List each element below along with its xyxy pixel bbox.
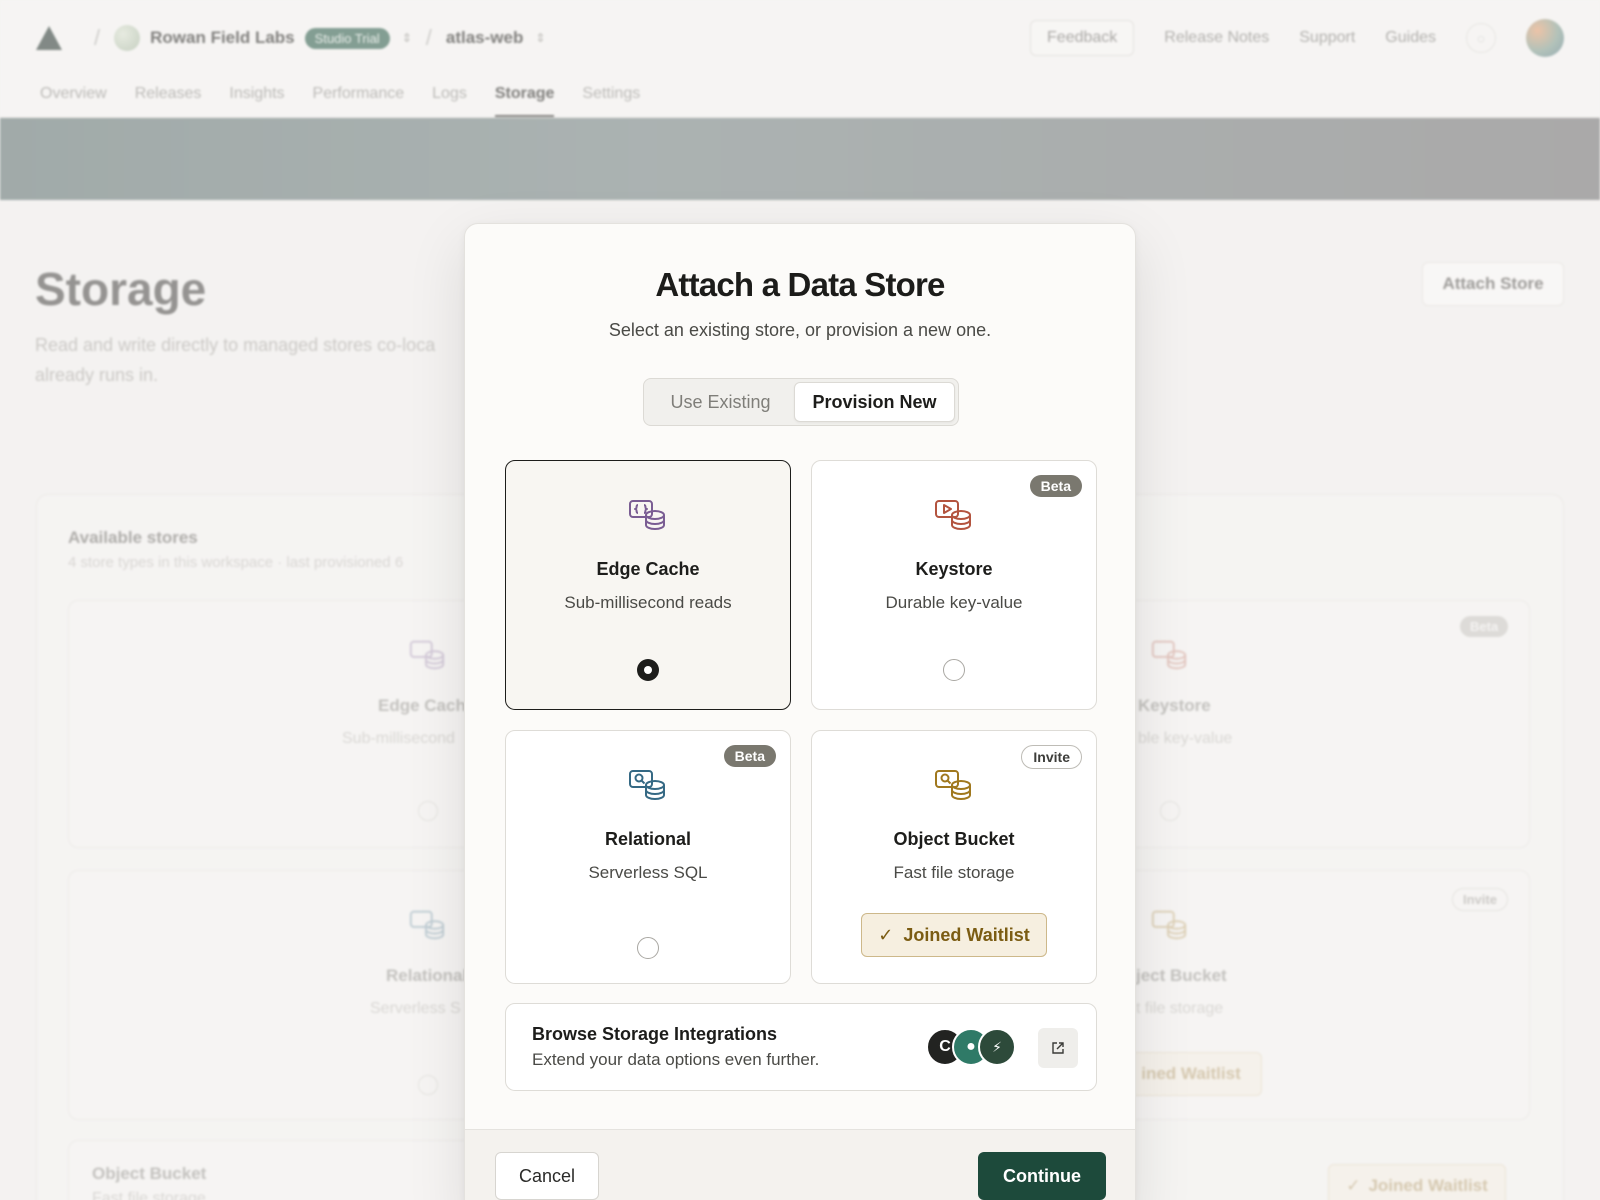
joined-waitlist-label: Joined Waitlist [903,924,1030,945]
cancel-button[interactable]: Cancel [495,1152,599,1200]
attach-data-store-modal: Attach a Data Store Select an existing s… [464,223,1136,1200]
mode-segmented-control: Use Existing Provision New [643,378,959,426]
beta-badge: Beta [723,745,776,767]
store-radio-edge-cache[interactable] [637,659,659,681]
store-card-object-bucket[interactable]: Invite Object Bucket Fast file storage ✓… [811,730,1097,984]
relational-icon [629,770,665,800]
store-card-desc: Fast file storage [893,863,1015,882]
storage-integrations-row[interactable]: Browse Storage Integrations Extend your … [505,1003,1097,1091]
store-card-keystore[interactable]: Beta Keystore Durable key-value [811,460,1097,710]
modal-title: Attach a Data Store [655,266,945,303]
check-icon: ✓ [878,924,894,945]
invite-badge: Invite [1021,745,1082,769]
use-existing-segment[interactable]: Use Existing [647,382,794,422]
external-link-icon [1052,1042,1064,1054]
modal-subtitle: Select an existing store, or provision a… [608,320,992,340]
store-card-desc: Sub-millisecond reads [564,593,732,612]
integration-avatar: ⚡ [978,1028,1016,1066]
store-card-edge-cache[interactable]: Edge Cache Sub-millisecond reads [505,460,791,710]
continue-button[interactable]: Continue [978,1152,1106,1200]
store-card-relational[interactable]: Beta Relational Serverless SQL [505,730,791,984]
beta-badge: Beta [1029,475,1082,497]
integration-avatar-stack: C ● ⚡ [926,1028,1026,1066]
edge-cache-icon [629,500,665,530]
store-radio-relational[interactable] [637,937,659,959]
open-integrations-button[interactable] [1038,1028,1078,1068]
integrations-title: Browse Storage Integrations [532,1024,778,1044]
keystore-icon [935,500,971,530]
store-card-desc: Serverless SQL [588,863,708,882]
provision-new-segment[interactable]: Provision New [794,382,955,422]
modal-footer: Cancel Continue [465,1129,1135,1200]
store-card-title: Edge Cache [596,559,700,579]
store-card-title: Relational [604,829,692,849]
integrations-desc: Extend your data options even further. [532,1050,820,1069]
store-card-title: Keystore [915,559,993,579]
joined-waitlist-button[interactable]: ✓ Joined Waitlist [861,913,1047,957]
object-bucket-icon [935,770,971,800]
store-card-title: Object Bucket [893,829,1015,849]
store-radio-keystore[interactable] [943,659,965,681]
store-card-desc: Durable key-value [885,593,1023,612]
